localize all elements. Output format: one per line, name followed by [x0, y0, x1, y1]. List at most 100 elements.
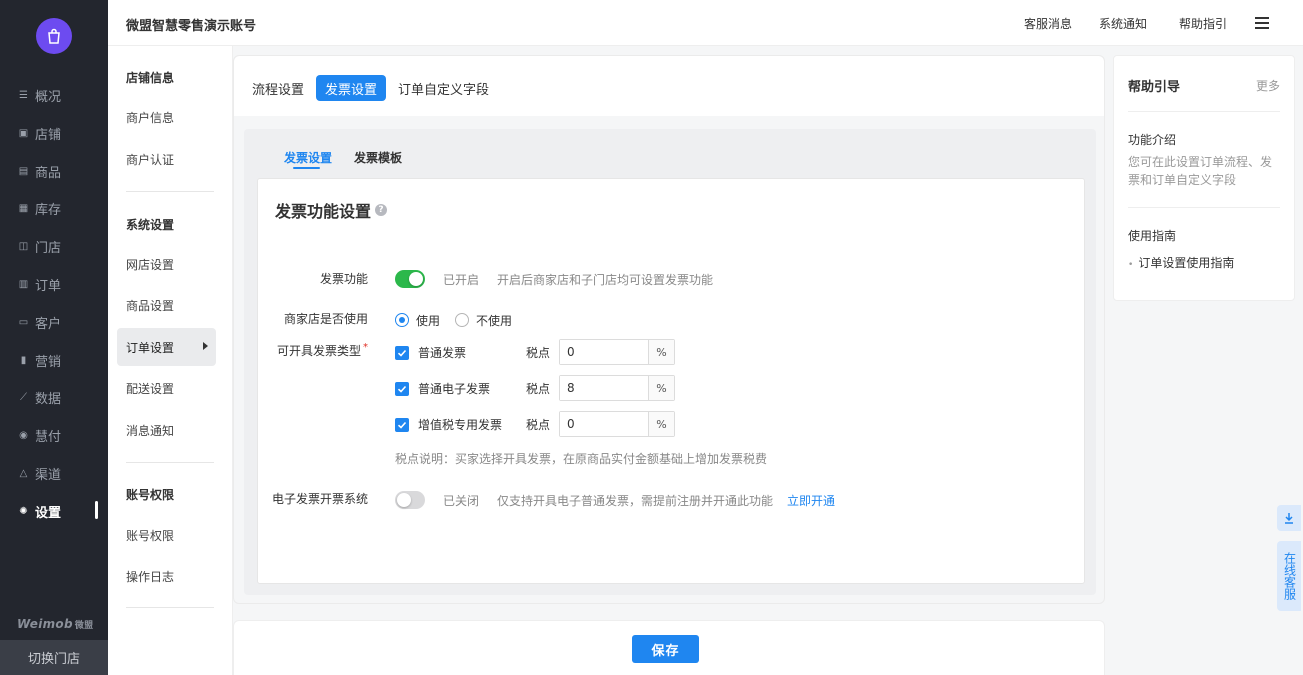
caret-right-icon — [203, 342, 208, 350]
card-title: 发票功能设置? — [275, 198, 388, 222]
vat-invoice-rate-input[interactable] — [560, 412, 648, 436]
subnav-item-permissions[interactable]: 账号权限 — [117, 516, 216, 554]
normal-invoice-rate: % — [559, 339, 675, 365]
subnav-divider — [126, 462, 214, 463]
inventory-icon: ▦ — [18, 202, 29, 214]
download-icon[interactable] — [1277, 505, 1301, 531]
subnav-item-goods-settings[interactable]: 商品设置 — [117, 286, 216, 324]
invoice-types-label: 可开具发票类型 * — [276, 342, 368, 358]
nav-item-label: 慧付 — [35, 429, 62, 445]
order-settings-guide-link[interactable]: 订单设置使用指南 — [1128, 254, 1234, 271]
percent-unit: % — [648, 412, 674, 436]
subnav-item-web-store[interactable]: 网店设置 — [117, 245, 216, 283]
subnav-divider — [126, 607, 214, 608]
shop-icon: ◫ — [18, 240, 29, 252]
invoice-function-label: 发票功能 — [319, 272, 368, 286]
tab-process-settings[interactable]: 流程设置 — [243, 75, 313, 101]
checkbox-normal-invoice[interactable] — [395, 346, 409, 360]
account-name: 微盟智慧零售演示账号 — [126, 19, 257, 34]
subnav-group-title: 系统设置 — [126, 218, 175, 232]
tab-invoice-settings[interactable]: 发票设置 — [316, 75, 387, 101]
nav-item-pay[interactable]: ◉ 慧付 — [18, 425, 61, 445]
nav-item-overview[interactable]: ☰ 概况 — [18, 85, 61, 105]
nav-item-settings[interactable]: ✺ 设置 — [18, 501, 61, 521]
nav-item-label: 门店 — [35, 240, 62, 256]
invoice-function-toggle[interactable] — [395, 270, 425, 288]
nav-active-indicator — [95, 501, 98, 519]
e-invoice-system-hint: 仅支持开具电子普通发票，需提前注册并开通此功能 — [497, 494, 774, 508]
subnav-item-operation-log[interactable]: 操作日志 — [117, 557, 216, 595]
top-bar: 微盟智慧零售演示账号 客服消息 系统通知 帮助指引 — [108, 0, 1303, 46]
rate-label: 税点 — [526, 346, 551, 360]
subnav-item-merchant-info[interactable]: 商户信息 — [117, 98, 216, 136]
nav-item-inventory[interactable]: ▦ 库存 — [18, 198, 61, 218]
system-notice-link[interactable]: 系统通知 — [1099, 15, 1147, 32]
feature-intro-title: 功能介绍 — [1128, 133, 1177, 147]
rate-label: 税点 — [526, 418, 551, 432]
help-icon[interactable]: ? — [375, 204, 388, 216]
help-guide-link[interactable]: 帮助指引 — [1179, 15, 1227, 32]
nav-item-label: 营销 — [35, 354, 62, 370]
nav-item-customer[interactable]: ▭ 客户 — [18, 312, 61, 332]
subnav-item-delivery[interactable]: 配送设置 — [117, 369, 216, 407]
nav-item-store[interactable]: ▣ 店铺 — [18, 123, 61, 143]
rate-note: 税点说明：买家选择开具发票，在原商品实付金额基础上增加发票税费 — [395, 452, 768, 466]
store-icon: ▣ — [18, 127, 29, 139]
e-invoice-system-status: 已关闭 — [443, 494, 480, 508]
main-nav: ☰ 概况 ▣ 店铺 ▤ 商品 ▦ 库存 ◫ 门店 ▥ 订单 ▭ 客户 ▮ 营销 ⟋ 数据 ◉ 慧付 … — [0, 0, 108, 675]
online-service-button[interactable]: 在线客服 — [1277, 541, 1301, 611]
invoice-section: 发票设置 发票模板 发票功能设置? 发票功能 已开启 开启后商家店和子门店均可设… — [244, 129, 1096, 595]
normal-invoice-rate-input[interactable] — [560, 340, 648, 364]
invoice-function-status: 已开启 — [443, 273, 480, 287]
goods-icon: ▤ — [18, 165, 29, 177]
invoice-function-hint: 开启后商家店和子门店均可设置发票功能 — [497, 273, 714, 287]
nav-item-order[interactable]: ▥ 订单 — [18, 274, 61, 294]
subnav-divider — [126, 191, 214, 192]
nav-item-shop[interactable]: ◫ 门店 — [18, 236, 61, 256]
checkbox-e-invoice[interactable] — [395, 382, 409, 396]
subnav-item-order-settings[interactable]: 订单设置 — [117, 328, 216, 366]
usage-guide-title: 使用指南 — [1128, 229, 1177, 243]
percent-unit: % — [648, 376, 674, 400]
marketing-icon: ▮ — [20, 354, 27, 366]
save-button[interactable]: 保存 — [632, 635, 699, 663]
subnav-group-title: 店铺信息 — [126, 71, 175, 85]
nav-item-label: 概况 — [35, 89, 62, 105]
tab-custom-fields[interactable]: 订单自定义字段 — [389, 75, 498, 101]
customer-messages-link[interactable]: 客服消息 — [1024, 15, 1072, 32]
main-panel: 流程设置 发票设置 订单自定义字段 发票设置 发票模板 发票功能设置? 发票功能… — [233, 55, 1105, 604]
radio-not-use[interactable] — [455, 313, 469, 327]
switch-store-button[interactable]: 切换门店 — [0, 640, 108, 675]
activate-now-link[interactable]: 立即开通 — [787, 492, 835, 509]
hamburger-menu-icon[interactable] — [1255, 17, 1269, 29]
help-more-link[interactable]: 更多 — [1256, 77, 1280, 94]
nav-item-channel[interactable]: △ 渠道 — [18, 463, 61, 483]
settings-subnav: 店铺信息 商户信息 商户认证 系统设置 网店设置 商品设置 订单设置 配送设置 … — [108, 0, 233, 675]
subtab-invoice-settings[interactable]: 发票设置 — [284, 149, 332, 166]
radio-not-use-label: 不使用 — [476, 314, 513, 328]
nav-item-marketing[interactable]: ▮ 营销 — [18, 350, 61, 370]
nav-item-label: 渠道 — [35, 467, 62, 483]
e-invoice-label: 普通电子发票 — [418, 382, 491, 396]
nav-item-data[interactable]: ⟋ 数据 — [18, 387, 61, 407]
normal-invoice-label: 普通发票 — [418, 346, 467, 360]
subnav-item-notifications[interactable]: 消息通知 — [117, 411, 216, 449]
shopping-bag-logo-icon[interactable] — [36, 18, 72, 54]
help-panel: 帮助引导 更多 功能介绍 您可在此设置订单流程、发票和订单自定义字段 使用指南 … — [1113, 55, 1295, 301]
subnav-item-merchant-auth[interactable]: 商户认证 — [117, 140, 216, 178]
checkbox-vat-invoice[interactable] — [395, 418, 409, 432]
nav-item-label: 订单 — [35, 278, 62, 294]
subtab-invoice-template[interactable]: 发票模板 — [354, 149, 402, 166]
subnav-item-label: 订单设置 — [126, 340, 175, 355]
gear-icon: ✺ — [19, 505, 28, 517]
radio-use[interactable] — [395, 313, 409, 327]
help-divider — [1128, 207, 1280, 208]
nav-item-goods[interactable]: ▤ 商品 — [18, 161, 61, 181]
e-invoice-rate-input[interactable] — [560, 376, 648, 400]
nav-item-label: 库存 — [35, 202, 62, 218]
nav-item-label: 店铺 — [35, 127, 62, 143]
pay-icon: ◉ — [19, 429, 28, 441]
channel-icon: △ — [19, 467, 28, 479]
merchant-use-label: 商家店是否使用 — [283, 312, 368, 326]
e-invoice-system-toggle[interactable] — [395, 491, 425, 509]
